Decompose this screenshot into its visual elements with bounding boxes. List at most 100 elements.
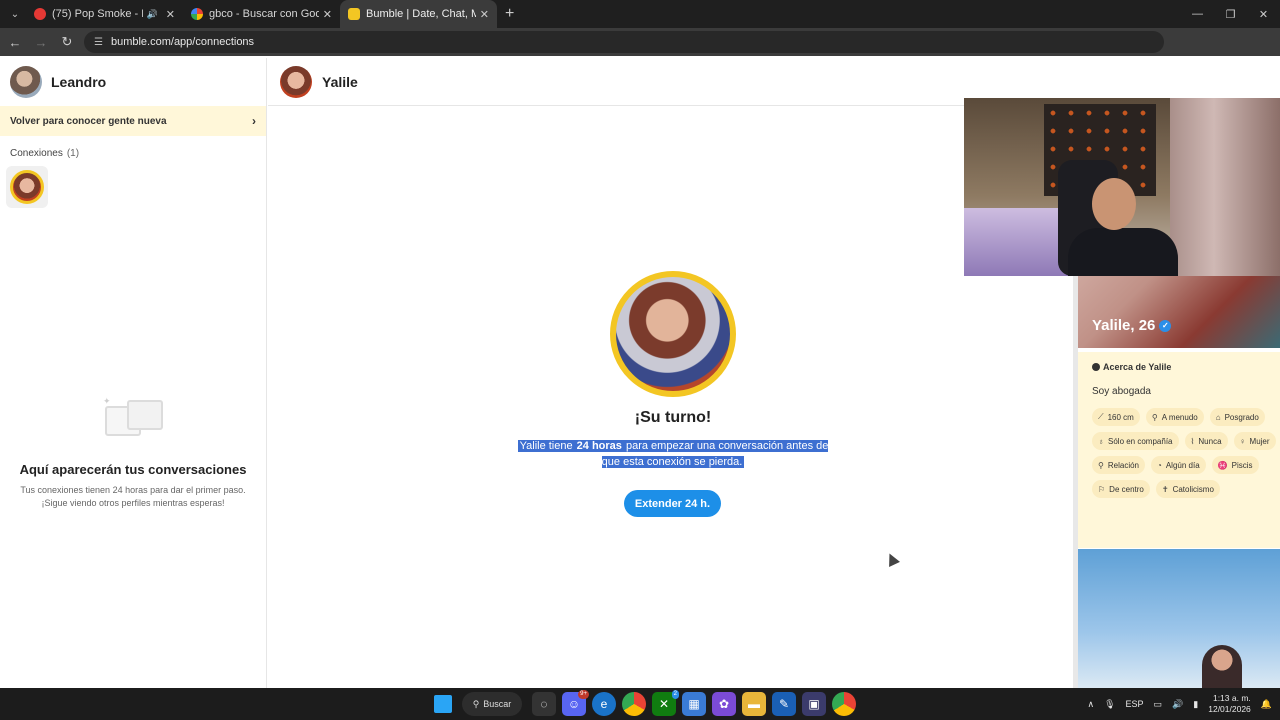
site-info-icon[interactable]: ☰ <box>94 37 103 48</box>
minimize-icon[interactable]: — <box>1181 0 1214 28</box>
volume-icon[interactable]: 🔊 <box>1172 699 1183 710</box>
expiry-hours: 24 horas <box>576 440 622 452</box>
religion-icon: ✝ <box>1161 484 1169 494</box>
profile-chip: ⟋ 160 cm <box>1092 408 1140 426</box>
language-indicator[interactable]: ESP <box>1126 699 1144 709</box>
profile-name-age: Yalile, 26 ✓ <box>1092 317 1172 334</box>
user-name: Leandro <box>51 74 107 90</box>
smoking-icon: ⌇ <box>1190 436 1195 446</box>
tab-search-button[interactable]: ⌄ <box>4 4 26 24</box>
maximize-icon[interactable]: ❐ <box>1214 0 1247 28</box>
profile-chip-label: Relación <box>1107 460 1139 470</box>
back-icon[interactable]: ← <box>4 31 26 53</box>
user-avatar[interactable] <box>10 66 42 98</box>
match-avatar[interactable] <box>280 65 312 98</box>
profile-chip-label: A menudo <box>1161 412 1198 422</box>
clock-date: 12/01/2026 <box>1208 704 1251 714</box>
bumble-favicon-icon <box>348 8 360 20</box>
windows-start-icon[interactable] <box>434 695 452 713</box>
match-name[interactable]: Yalile <box>322 74 358 90</box>
tray-expand-icon[interactable]: ∧ <box>1088 699 1095 710</box>
profile-chip-label: Piscis <box>1231 460 1253 470</box>
webcam-curtain <box>1170 98 1280 276</box>
notifications-icon[interactable]: 🔔 <box>1261 699 1272 710</box>
connections-heading: Conexiones (1) <box>10 148 79 159</box>
taskbar-apps: ⚲ Buscar ◌ ☺ 9+ e ✕ 2 ▦ ✿ ▬ ✎ ▣ <box>434 688 856 720</box>
profile-chip-label: 160 cm <box>1107 412 1134 422</box>
glass-icon: ♁ <box>1098 436 1104 446</box>
windows-taskbar: ⚲ Buscar ◌ ☺ 9+ e ✕ 2 ▦ ✿ ▬ ✎ ▣ ∧ 🎙 ESP ▭ 🔊… <box>0 688 1280 720</box>
edge-icon[interactable]: e <box>592 692 616 716</box>
close-tab-icon[interactable]: ✕ <box>323 8 332 21</box>
profile-chip-label: Sólo en compañía <box>1108 436 1173 446</box>
dumbbell-icon: ⚲ <box>1151 412 1158 422</box>
app-icon[interactable]: ✎ <box>772 692 796 716</box>
back-link-label: Volver para conocer gente nueva <box>10 115 167 127</box>
profile-panel: Yalile, 26 ✓ Acerca de Yalile Soy abogada… <box>1078 218 1280 688</box>
connection-avatar <box>10 170 44 204</box>
gender-icon: ♀ <box>1239 436 1246 446</box>
xbox-icon[interactable]: ✕ 2 <box>652 690 679 716</box>
url-text: bumble.com/app/connections <box>110 36 255 48</box>
empty-conversations-illustration: ✦ <box>103 396 165 446</box>
close-tab-icon[interactable]: ✕ <box>480 8 489 21</box>
chrome-icon[interactable] <box>622 692 646 716</box>
reload-icon[interactable]: ↻ <box>56 31 78 53</box>
about-bio: Soy abogada <box>1092 386 1151 397</box>
verified-badge-icon: ✓ <box>1159 320 1172 333</box>
connection-item-yalile[interactable] <box>6 166 48 208</box>
chrome-profile-icon[interactable] <box>832 692 856 716</box>
tab-youtube[interactable]: (75) Pop Smoke - For The N 🔊 ✕ <box>26 0 183 28</box>
profile-info-icon <box>1092 363 1100 371</box>
profile-chip-label: De centro <box>1109 484 1144 494</box>
copilot-icon[interactable]: ◌ <box>532 692 556 716</box>
tab-bumble[interactable]: Bumble | Date, Chat, Meet New ✕ <box>340 0 497 28</box>
empty-conversations-title: Aquí aparecerán tus conversaciones <box>19 462 247 477</box>
discord-icon[interactable]: ☺ 9+ <box>562 690 589 716</box>
webcam-overlay <box>964 98 1280 276</box>
photo-subject <box>1202 645 1242 688</box>
politics-icon: ⚐ <box>1098 484 1106 494</box>
illustration-card <box>127 400 163 430</box>
google-favicon-icon <box>191 8 203 20</box>
connections-label: Conexiones <box>10 148 63 159</box>
system-tray: ∧ 🎙 ESP ▭ 🔊 ▮ 1:13 a. m. 12/01/2026 🔔 <box>1088 688 1273 720</box>
profile-chip: ⌂ Posgrado <box>1209 408 1265 426</box>
bumble-app: Leandro Volver para conocer gente nueva … <box>0 58 1280 688</box>
network-icon[interactable]: ▭ <box>1154 699 1163 710</box>
profile-chip: ⌇ Nunca <box>1184 432 1228 450</box>
empty-subtitle-line: Tus conexiones tienen 24 horas para dar … <box>20 485 246 495</box>
connections-sidebar: Leandro Volver para conocer gente nueva … <box>0 58 267 688</box>
profile-chip: ♀ Mujer <box>1233 432 1276 450</box>
battery-icon[interactable]: ▮ <box>1193 699 1198 710</box>
my-profile-row[interactable]: Leandro <box>0 58 266 106</box>
extend-24h-button[interactable]: Extender 24 h. <box>624 490 721 517</box>
creative-app-icon[interactable]: ✿ <box>712 692 736 716</box>
close-tab-icon[interactable]: ✕ <box>166 8 175 21</box>
forward-icon[interactable]: → <box>30 31 52 53</box>
photos-icon[interactable]: ▦ <box>682 692 706 716</box>
window-controls: — ❐ ✕ <box>1181 0 1280 28</box>
speaker-icon[interactable]: 🔊 <box>147 9 158 20</box>
profile-name-text: Yalile, 26 <box>1092 317 1156 334</box>
about-title-text: Acerca de Yalile <box>1103 362 1172 372</box>
tab-title: (75) Pop Smoke - For The N <box>52 8 143 20</box>
webcam-person-head <box>1092 178 1136 230</box>
profile-chip: ⚲ A menudo <box>1145 408 1204 426</box>
taskbar-search-label: Buscar <box>483 699 512 709</box>
url-field[interactable]: ☰ bumble.com/app/connections <box>84 31 1164 53</box>
clock[interactable]: 1:13 a. m. 12/01/2026 <box>1208 693 1251 715</box>
app-icon[interactable]: ▣ <box>802 692 826 716</box>
profile-chip-label: Algún día <box>1165 460 1200 470</box>
expiry-message: Yalile tiene 24 horas para empezar una c… <box>513 438 833 470</box>
taskbar-search[interactable]: ⚲ Buscar <box>462 692 522 716</box>
microphone-icon[interactable]: 🎙 <box>1104 699 1115 710</box>
close-window-icon[interactable]: ✕ <box>1247 0 1280 28</box>
tab-google[interactable]: gbco - Buscar con Google ✕ <box>183 0 340 28</box>
back-to-swiping-link[interactable]: Volver para conocer gente nueva › <box>0 106 266 136</box>
webcam-person-body <box>1068 228 1178 276</box>
file-explorer-icon[interactable]: ▬ <box>742 692 766 716</box>
new-tab-icon[interactable]: + <box>505 5 514 23</box>
profile-photo-secondary[interactable] <box>1078 549 1280 688</box>
profile-chip-label: Posgrado <box>1224 412 1259 422</box>
